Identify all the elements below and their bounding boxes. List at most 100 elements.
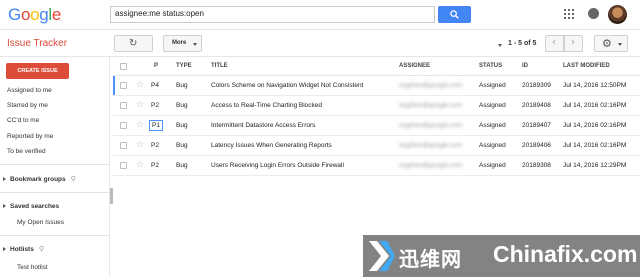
priority-cell: P2 <box>151 142 159 149</box>
gear-icon: ⚙ <box>602 37 612 50</box>
id-cell: 20189406 <box>522 142 551 149</box>
modified-cell: Jul 14, 2016 02:16PM <box>563 122 627 129</box>
search-icon <box>450 10 459 19</box>
type-cell: Bug <box>176 122 188 129</box>
table-header: P TYPE TITLE ASSIGNEE STATUS ID LAST MOD… <box>113 57 640 76</box>
expand-icon <box>3 177 6 181</box>
modified-cell: Jul 14, 2016 02:16PM <box>563 142 627 149</box>
id-cell: 20189309 <box>522 82 551 89</box>
title-cell[interactable]: Latency Issues When Generating Reports <box>211 142 332 149</box>
search-icon[interactable]: ⚲ <box>39 245 44 253</box>
top-bar: Google assignee:me status:open <box>0 0 640 30</box>
assignee-cell: asgthee@google.com <box>399 142 463 149</box>
header-title[interactable]: TITLE <box>211 63 228 69</box>
expand-icon <box>3 247 6 251</box>
title-cell[interactable]: Colors Scheme on Navigation Widget Not C… <box>211 82 363 89</box>
sidebar-item-to-be-verified[interactable]: To be verified <box>7 148 46 155</box>
header-type[interactable]: TYPE <box>176 63 192 69</box>
expand-icon <box>3 204 6 208</box>
watermark: 迅维网 Chinafix.com <box>363 235 640 277</box>
modified-cell: Jul 14, 2016 12:50PM <box>563 82 627 89</box>
title-cell[interactable]: Access to Real-Time Charting Blocked <box>211 102 322 109</box>
pager-dropdown-icon[interactable] <box>498 44 502 47</box>
hotlists-header[interactable]: Hotlists ⚲ <box>0 245 109 253</box>
search-input[interactable]: assignee:me status:open <box>115 9 204 18</box>
status-cell: Assigned <box>479 122 506 129</box>
sidebar-item-assigned[interactable]: Assigned to me <box>7 87 52 94</box>
header-id[interactable]: ID <box>522 63 528 69</box>
assignee-cell: asgthee@google.com <box>399 122 463 129</box>
table-row[interactable]: ☆ P2 Bug Latency Issues When Generating … <box>113 136 640 156</box>
sidebar-item-starred[interactable]: Starred by me <box>7 102 48 109</box>
id-cell: 20189407 <box>522 122 551 129</box>
assignee-cell: asgthee@google.com <box>399 102 463 109</box>
star-icon[interactable]: ☆ <box>136 120 144 130</box>
settings-button[interactable]: ⚙ <box>594 35 628 52</box>
star-icon[interactable]: ☆ <box>136 100 144 110</box>
id-cell: 20189408 <box>522 102 551 109</box>
notifications-icon[interactable] <box>588 8 599 19</box>
modified-cell: Jul 14, 2016 12:29PM <box>563 162 627 169</box>
type-cell: Bug <box>176 162 188 169</box>
row-checkbox[interactable] <box>120 82 127 89</box>
title-cell[interactable]: Intermittent Datastore Access Errors <box>211 122 315 129</box>
status-cell: Assigned <box>479 102 506 109</box>
assignee-cell: asgthee@google.com <box>399 82 463 89</box>
row-checkbox[interactable] <box>120 122 127 129</box>
sidebar-item-ccd[interactable]: CC'd to me <box>7 117 39 124</box>
create-issue-button[interactable]: CREATE ISSUE <box>6 63 69 79</box>
chevron-right-icon: › <box>571 37 575 48</box>
title-cell[interactable]: Users Receiving Login Errors Outside Fir… <box>211 162 344 169</box>
search-field[interactable]: assignee:me status:open <box>110 6 435 23</box>
modified-cell: Jul 14, 2016 02:16PM <box>563 102 627 109</box>
star-icon[interactable]: ☆ <box>136 80 144 90</box>
star-icon[interactable]: ☆ <box>136 140 144 150</box>
sidebar-item-reported[interactable]: Reported by me <box>7 133 53 140</box>
assignee-cell: asgthee@google.com <box>399 162 463 169</box>
more-label: More <box>172 40 187 46</box>
refresh-button[interactable]: ↻ <box>114 35 153 52</box>
prev-page-button[interactable]: ‹ <box>545 35 564 52</box>
type-cell: Bug <box>176 142 188 149</box>
sidebar-resize-handle[interactable] <box>110 188 113 204</box>
next-page-button[interactable]: › <box>564 35 583 52</box>
header-assignee[interactable]: ASSIGNEE <box>399 63 430 69</box>
pager-count: 1 - 5 of 5 <box>508 40 537 47</box>
divider <box>0 164 109 165</box>
bookmark-groups-header[interactable]: Bookmark groups ⚲ <box>0 175 109 183</box>
refresh-icon: ↻ <box>129 38 138 49</box>
search-button[interactable] <box>438 6 471 23</box>
id-cell: 20189308 <box>522 162 551 169</box>
avatar[interactable] <box>608 5 627 24</box>
sidebar-item-test-hotlist[interactable]: Test hotlist <box>17 264 48 271</box>
status-cell: Assigned <box>479 82 506 89</box>
table-row[interactable]: ☆ P2 Bug Access to Real-Time Charting Bl… <box>113 96 640 116</box>
select-all-checkbox[interactable] <box>120 63 127 70</box>
saved-searches-header[interactable]: Saved searches <box>0 203 109 210</box>
table-row[interactable]: ☆ P1 Bug Intermittent Datastore Access E… <box>113 116 640 136</box>
table-row[interactable]: ☆ P2 Bug Users Receiving Login Errors Ou… <box>113 156 640 176</box>
table-row[interactable]: ☆ P4 Bug Colors Scheme on Navigation Wid… <box>113 76 640 96</box>
star-icon[interactable]: ☆ <box>136 160 144 170</box>
status-cell: Assigned <box>479 162 506 169</box>
header-last-modified[interactable]: LAST MODIFIED <box>563 63 610 69</box>
apps-grid-icon[interactable] <box>564 9 574 19</box>
sidebar-item-my-open-issues[interactable]: My Open Issues <box>17 219 64 226</box>
row-checkbox[interactable] <box>120 162 127 169</box>
priority-cell: P4 <box>151 82 159 89</box>
search-icon[interactable]: ⚲ <box>71 175 76 183</box>
watermark-text-en: Chinafix.com <box>493 241 638 267</box>
header-status[interactable]: STATUS <box>479 63 502 69</box>
chevron-down-icon <box>193 43 197 46</box>
more-button[interactable]: More <box>163 35 202 52</box>
priority-cell: P2 <box>151 102 159 109</box>
row-checkbox[interactable] <box>120 142 127 149</box>
header-priority[interactable]: P <box>154 63 158 69</box>
type-cell: Bug <box>176 82 188 89</box>
row-checkbox[interactable] <box>120 102 127 109</box>
priority-cell: P1 <box>149 120 163 131</box>
app-title[interactable]: Issue Tracker <box>7 38 67 49</box>
google-logo[interactable]: Google <box>8 5 61 25</box>
watermark-logo-icon <box>369 241 395 271</box>
divider <box>0 235 109 236</box>
